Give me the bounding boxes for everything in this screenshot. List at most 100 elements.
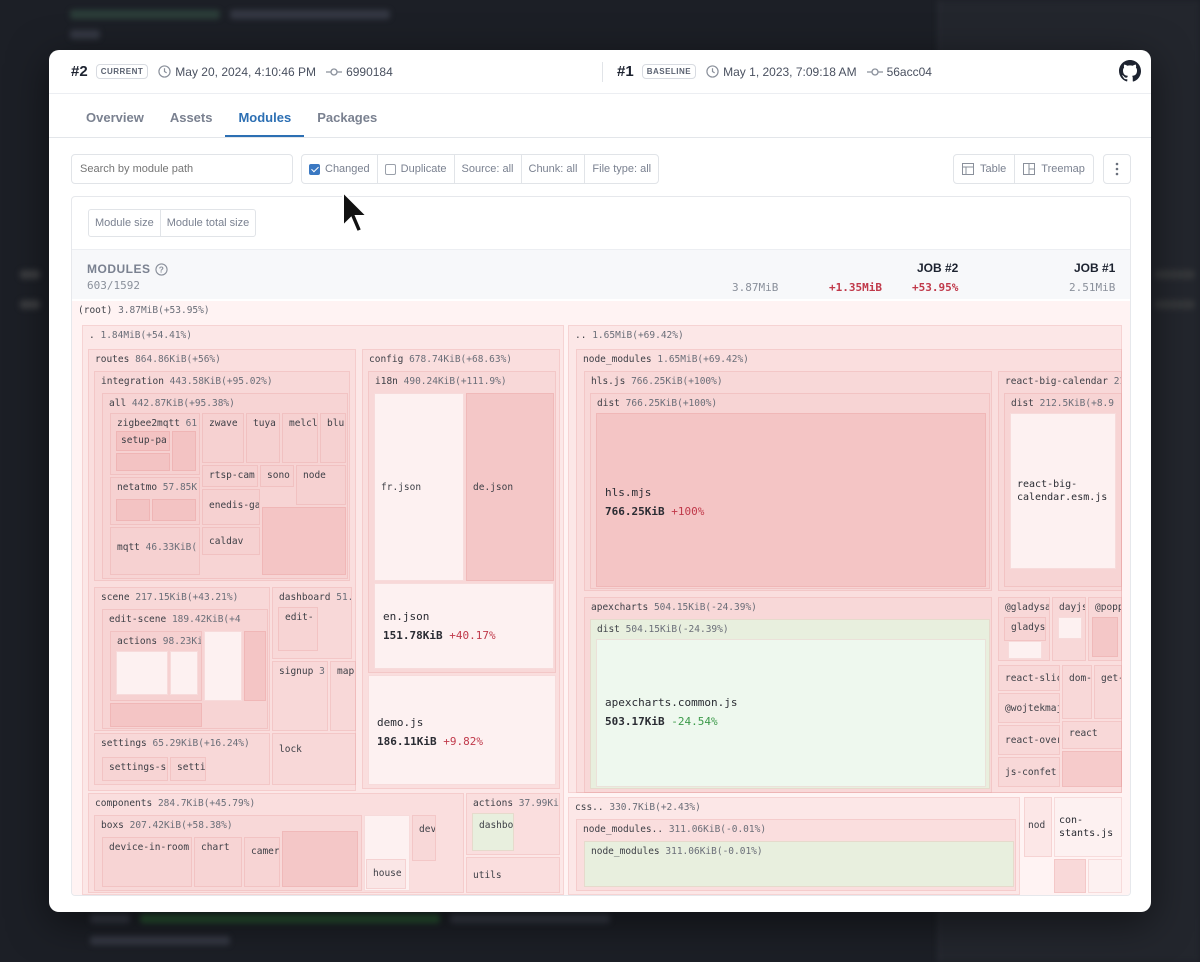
treemap-node-react[interactable]: react — [1062, 721, 1122, 749]
treemap-node-dashbo[interactable]: dashbo — [472, 813, 514, 851]
clock-icon — [706, 65, 719, 78]
treemap-node-blu[interactable]: blu — [320, 413, 346, 463]
treemap-node-react-over[interactable]: react-over — [998, 725, 1060, 755]
modules-summary: MODULES ? 603/1592 JOB #2 JOB #1 3.87MiB… — [72, 249, 1130, 299]
tab-modules[interactable]: Modules — [225, 110, 305, 137]
treemap-cell[interactable] — [172, 431, 196, 471]
more-options-button[interactable] — [1103, 154, 1131, 184]
module-total-size-button[interactable]: Module total size — [161, 210, 256, 236]
treemap-node-gladys[interactable]: gladys — [1004, 617, 1046, 641]
treemap-node-edit[interactable]: edit- — [278, 607, 318, 651]
modules-panel: Module size Module total size MODULES ? … — [71, 196, 1131, 896]
table-label: Table — [980, 163, 1007, 175]
job-header: #2 CURRENT May 20, 2024, 4:10:46 PM 6990… — [49, 50, 1151, 94]
treemap-node-signup[interactable]: signup 3 — [272, 661, 328, 731]
treemap-leaf-constants[interactable]: con- stants.js — [1054, 797, 1122, 857]
treemap-node-rtsp[interactable]: rtsp-cam — [202, 465, 258, 487]
treemap-node-tuya[interactable]: tuya — [246, 413, 280, 463]
treemap-node-node-modules-css[interactable]: node_modules 311.06KiB(-0.01%) — [584, 841, 1014, 887]
treemap-node-device-in-room[interactable]: device-in-room — [102, 837, 192, 887]
treemap-node-melcl[interactable]: melcl — [282, 413, 318, 463]
modules-treemap[interactable]: (root) 3.87MiB(+53.95%) . 1.84MiB(+54.41… — [72, 301, 1130, 895]
treemap-leaf-fr-json[interactable]: fr.json — [374, 393, 464, 581]
treemap-node-node[interactable]: node — [296, 465, 346, 505]
treemap-cell[interactable] — [1054, 859, 1086, 893]
chunk-filter[interactable]: Chunk: all — [522, 155, 586, 183]
treemap-cell[interactable] — [1058, 617, 1082, 639]
treemap-node-nod[interactable]: nod — [1024, 797, 1052, 857]
treemap-cell[interactable] — [116, 453, 170, 471]
treemap-cell[interactable] — [204, 631, 242, 701]
current-badge: CURRENT — [95, 64, 149, 79]
main-tabs: Overview Assets Modules Packages — [49, 94, 1151, 138]
job2-size: 3.87MiB — [732, 281, 779, 294]
modules-title-text: MODULES — [87, 262, 151, 276]
treemap-cell[interactable] — [116, 651, 168, 695]
treemap-leaf-apexcharts-common[interactable]: apexcharts.common.js 503.17KiB -24.54% — [596, 639, 986, 787]
changed-filter[interactable]: Changed — [302, 155, 378, 183]
treemap-leaf-rbc-esm[interactable]: react-big- calendar.esm.js — [1010, 413, 1116, 569]
table-view-button[interactable]: Table — [954, 155, 1016, 183]
github-icon[interactable] — [1119, 60, 1141, 82]
tab-overview[interactable]: Overview — [73, 110, 157, 137]
treemap-leaf-demo-js[interactable]: demo.js 186.11KiB +9.82% — [368, 675, 556, 785]
svg-text:?: ? — [158, 264, 164, 274]
treemap-node-setup[interactable]: setup-pa — [116, 431, 170, 451]
current-date: May 20, 2024, 4:10:46 PM — [175, 64, 317, 79]
modules-title: MODULES ? — [87, 262, 168, 276]
treemap-node-map[interactable]: map — [330, 661, 356, 731]
baseline-commit[interactable]: 56acc04 — [887, 65, 932, 79]
bundle-stats-window: #2 CURRENT May 20, 2024, 4:10:46 PM 6990… — [49, 50, 1151, 912]
treemap-node-dev[interactable]: dev — [412, 815, 436, 861]
checkbox-icon[interactable] — [384, 163, 396, 175]
treemap-cell[interactable] — [116, 499, 150, 521]
treemap-node-camera[interactable]: camer — [244, 837, 280, 887]
job1-size: 2.51MiB — [1069, 281, 1116, 294]
module-size-button[interactable]: Module size — [89, 210, 161, 236]
treemap-node-get[interactable]: get- — [1094, 665, 1122, 719]
treemap-node-setti[interactable]: setti — [170, 757, 206, 781]
treemap-node-chart[interactable]: chart — [194, 837, 242, 887]
treemap-node-enedis[interactable]: enedis-ga — [202, 489, 260, 525]
search-input[interactable] — [71, 154, 293, 184]
filetype-filter[interactable]: File type: all — [585, 155, 658, 183]
treemap-cell[interactable] — [282, 831, 358, 887]
changed-label: Changed — [325, 163, 370, 175]
treemap-leaf-de-json[interactable]: de.json — [466, 393, 554, 581]
treemap-cell[interactable] — [170, 651, 198, 695]
treemap-node-utils[interactable]: utils — [466, 857, 560, 893]
treemap-cell[interactable] — [1062, 751, 1122, 787]
treemap-cell[interactable] — [110, 703, 202, 727]
duplicate-filter[interactable]: Duplicate — [378, 155, 455, 183]
treemap-cell[interactable] — [1088, 859, 1122, 893]
treemap-node-house[interactable]: house — [366, 859, 406, 889]
module-toolbar: Changed Duplicate Source: all Chunk: all… — [71, 154, 1131, 184]
current-commit[interactable]: 6990184 — [346, 65, 393, 79]
treemap-node-settings-s[interactable]: settings-s — [102, 757, 168, 781]
treemap-cell[interactable] — [262, 507, 346, 575]
treemap-node-wojtekmaj[interactable]: @wojtekmaj — [998, 693, 1060, 723]
kebab-menu-icon — [1115, 162, 1119, 176]
treemap-cell[interactable] — [1092, 617, 1118, 657]
tab-assets[interactable]: Assets — [157, 110, 226, 137]
checkbox-checked-icon[interactable] — [309, 163, 320, 175]
treemap-node-js-confetti[interactable]: js-confet — [998, 757, 1060, 787]
delta-size: +1.35MiB — [829, 281, 882, 294]
treemap-leaf-en-json[interactable]: en.json 151.78KiB +40.17% — [374, 583, 554, 669]
treemap-node-mqtt[interactable]: mqtt 46.33KiB( — [110, 527, 200, 575]
treemap-cell[interactable] — [152, 499, 196, 521]
treemap-node-zwave[interactable]: zwave — [202, 413, 244, 463]
treemap-cell[interactable] — [1008, 641, 1042, 659]
treemap-node-dom[interactable]: dom- — [1062, 665, 1092, 719]
treemap-node-sono[interactable]: sono — [260, 465, 294, 487]
help-icon[interactable]: ? — [154, 262, 168, 276]
source-filter[interactable]: Source: all — [455, 155, 522, 183]
treemap-leaf-hls-mjs[interactable]: hls.mjs 766.25KiB +100% — [596, 413, 986, 587]
treemap-node-lock[interactable]: lock — [272, 733, 356, 785]
treemap-cell[interactable] — [244, 631, 266, 701]
treemap-node-caldav[interactable]: caldav — [202, 527, 260, 555]
tab-packages[interactable]: Packages — [304, 110, 390, 137]
treemap-view-button[interactable]: Treemap — [1015, 155, 1093, 183]
treemap-label: Treemap — [1041, 163, 1085, 175]
treemap-node-react-slick[interactable]: react-slic — [998, 665, 1060, 691]
